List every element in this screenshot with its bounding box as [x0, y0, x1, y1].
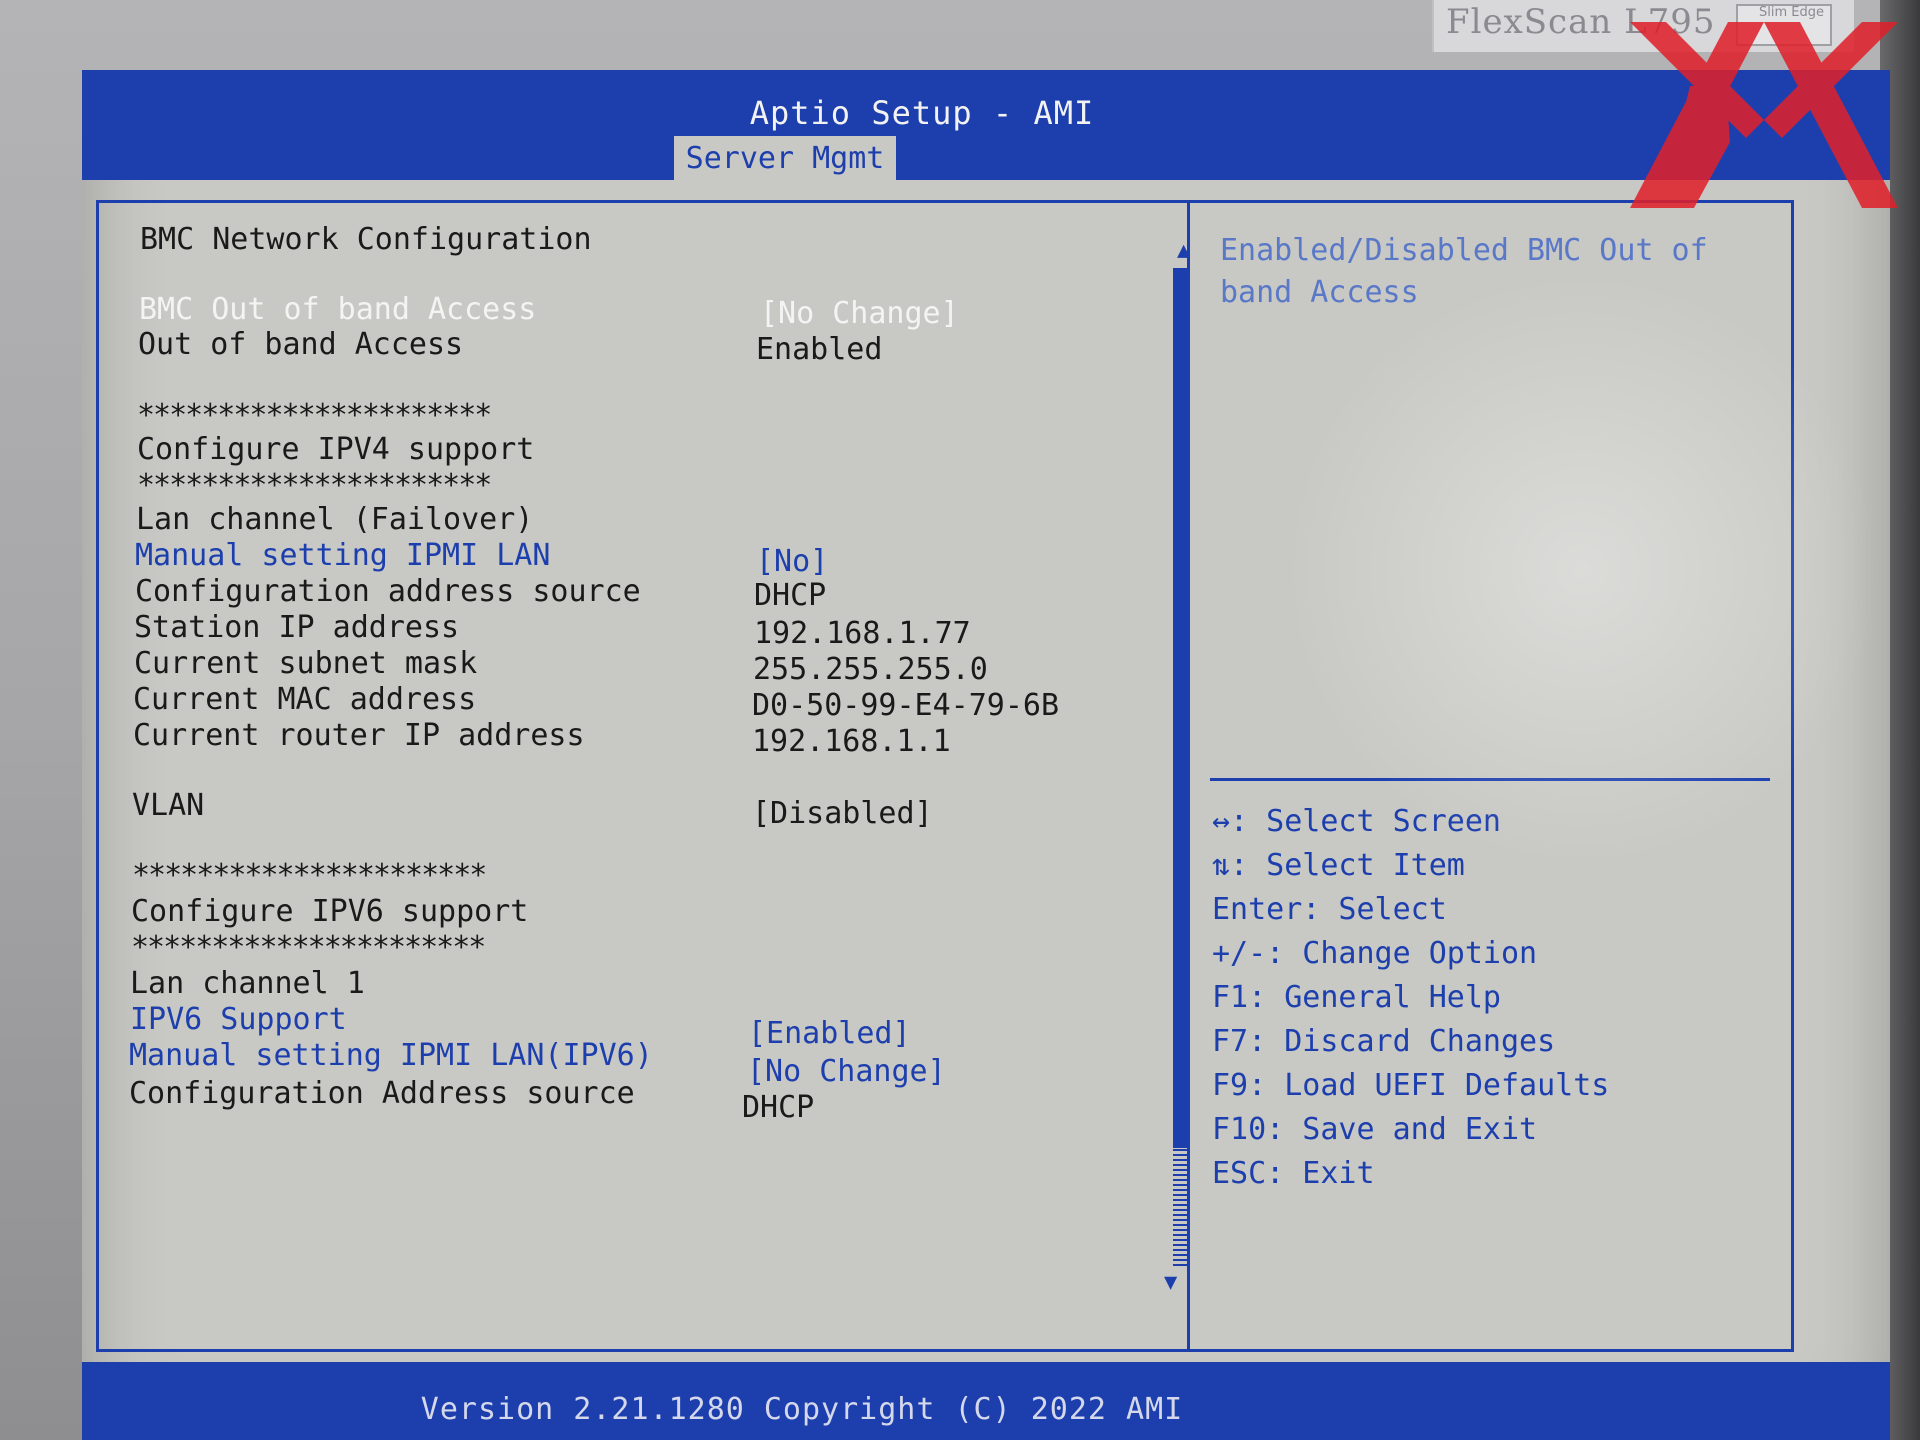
- key-load-defaults: F9: Load UEFI Defaults: [1212, 1068, 1610, 1103]
- setting-value-vlan: [Disabled]: [752, 796, 933, 831]
- setting-label-ipv6-support[interactable]: IPV6 Support: [130, 1002, 347, 1037]
- watermark-logo: [1630, 22, 1898, 208]
- bios-screen: Aptio Setup - AMI Server Mgmt BMC Networ…: [82, 70, 1890, 1440]
- setting-value-ipv6-support[interactable]: [Enabled]: [748, 1016, 911, 1051]
- section-title: BMC Network Configuration: [140, 222, 592, 257]
- key-escape-exit: ESC: Exit: [1212, 1156, 1375, 1191]
- key-enter-select: Enter: Select: [1212, 892, 1447, 927]
- key-discard-changes: F7: Discard Changes: [1212, 1024, 1556, 1059]
- setting-value-oob-access: Enabled: [756, 332, 883, 367]
- key-change-option: +/-: Change Option: [1212, 936, 1538, 971]
- setting-label-manual-ipmi-lan[interactable]: Manual setting IPMI LAN: [135, 538, 550, 573]
- separator-stars: **********************: [131, 930, 486, 965]
- setting-label-subnet-mask: Current subnet mask: [134, 646, 478, 681]
- setting-value-mac-address: D0-50-99-E4-79-6B: [752, 688, 1060, 723]
- setting-label-ipv6-address-source: Configuration Address source: [129, 1076, 635, 1111]
- setting-label-router-ip: Current router IP address: [133, 718, 585, 753]
- setting-value-station-ip: 192.168.1.77: [754, 616, 971, 651]
- setting-value-config-address-source: DHCP: [754, 578, 827, 613]
- key-select-item: ⇅: Select Item: [1212, 848, 1465, 883]
- help-text: Enabled/Disabled BMC Out of band Access: [1220, 233, 1708, 310]
- scroll-down-arrow-icon[interactable]: ▼: [1164, 1270, 1177, 1295]
- scrollbar-thumb[interactable]: [1173, 268, 1187, 1148]
- setting-label-oob-access: Out of band Access: [138, 327, 464, 362]
- setting-label-manual-ipmi-lan-ipv6[interactable]: Manual setting IPMI LAN(IPV6): [129, 1038, 653, 1073]
- key-legend: ↔: Select Screen ⇅: Select Item Enter: S…: [1212, 800, 1772, 1196]
- setting-value-manual-ipmi-lan-ipv6[interactable]: [No Change]: [747, 1054, 946, 1089]
- lan-channel-1: Lan channel 1: [130, 966, 365, 1001]
- setting-value-router-ip: 192.168.1.1: [752, 724, 951, 759]
- scrollbar-track[interactable]: [1173, 1148, 1187, 1266]
- scroll-up-arrow-icon[interactable]: ▲: [1177, 238, 1190, 263]
- setting-value-subnet-mask: 255.255.255.0: [753, 652, 988, 687]
- version-text: Version 2.21.1280 Copyright (C) 2022 AMI: [420, 1392, 1184, 1427]
- setting-label-config-address-source: Configuration address source: [135, 574, 641, 609]
- key-select-screen: ↔: Select Screen: [1212, 804, 1501, 839]
- settings-panel: BMC Network Configuration BMC Out of ban…: [82, 70, 1182, 1370]
- setting-value-manual-ipmi-lan[interactable]: [No]: [756, 544, 828, 579]
- heading-ipv6: Configure IPV6 support: [131, 894, 529, 929]
- separator-stars: **********************: [137, 398, 492, 433]
- setting-label-mac-address: Current MAC address: [133, 682, 477, 717]
- help-divider: [1210, 778, 1770, 781]
- panel-divider: [1187, 200, 1190, 1352]
- separator-stars: **********************: [137, 468, 492, 503]
- heading-ipv4: Configure IPV4 support: [137, 432, 535, 467]
- separator-stars: **********************: [132, 858, 487, 893]
- setting-label-bmc-oob-access[interactable]: BMC Out of band Access: [139, 292, 536, 327]
- setting-label-station-ip: Station IP address: [134, 610, 460, 645]
- key-save-exit: F10: Save and Exit: [1212, 1112, 1538, 1147]
- setting-label-vlan: VLAN: [132, 788, 205, 823]
- key-general-help: F1: General Help: [1212, 980, 1501, 1015]
- setting-value-bmc-oob-access[interactable]: [No Change]: [760, 296, 959, 331]
- setting-value-ipv6-address-source: DHCP: [742, 1090, 815, 1125]
- lan-channel-failover: Lan channel (Failover): [136, 502, 534, 537]
